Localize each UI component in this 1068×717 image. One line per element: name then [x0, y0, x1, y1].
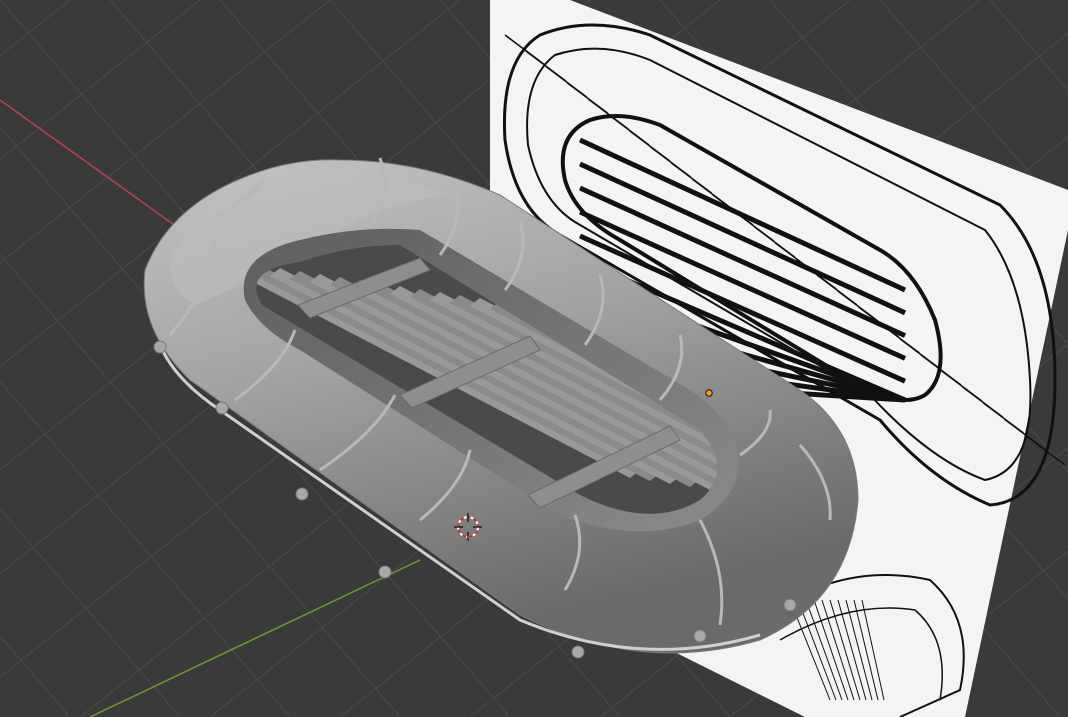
3d-viewport[interactable]	[0, 0, 1068, 717]
rope-knob	[153, 340, 167, 354]
rope-knob	[378, 565, 392, 579]
rope-knob	[783, 598, 797, 612]
rope-knob	[571, 645, 585, 659]
rope-knob	[215, 401, 229, 415]
rope-knob	[295, 487, 309, 501]
object-origin-marker[interactable]	[705, 389, 713, 397]
rope-knob	[693, 629, 707, 643]
